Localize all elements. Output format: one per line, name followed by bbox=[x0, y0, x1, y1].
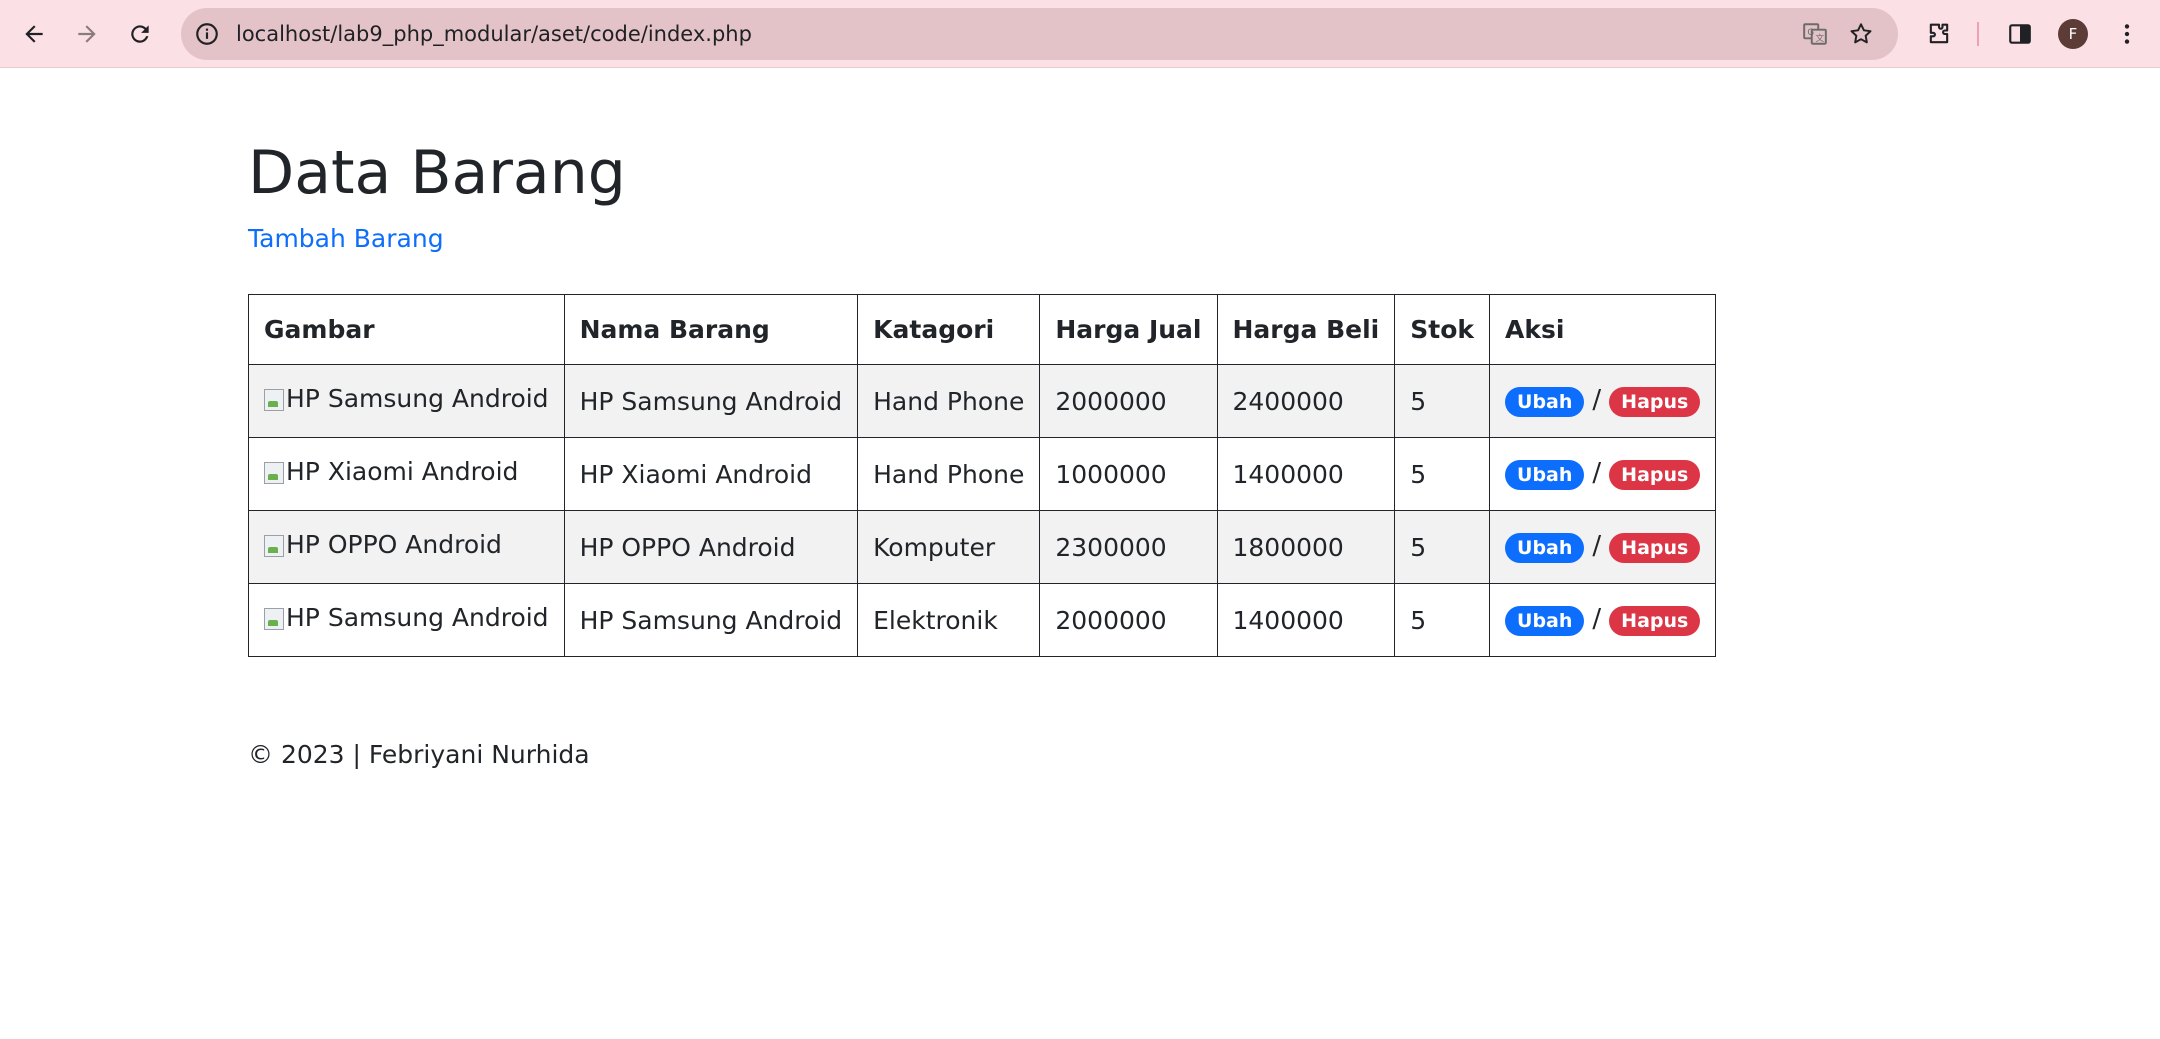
edit-button[interactable]: Ubah bbox=[1505, 533, 1585, 563]
table-row: HP Samsung Android HP Samsung Android El… bbox=[248, 583, 1717, 657]
actions-cell: Ubah / Hapus bbox=[1489, 583, 1717, 657]
item-category: Hand Phone bbox=[857, 437, 1041, 511]
actions-cell: Ubah / Hapus bbox=[1489, 364, 1717, 438]
reload-icon bbox=[131, 25, 149, 43]
delete-button[interactable]: Hapus bbox=[1609, 460, 1701, 490]
action-separator: / bbox=[1592, 604, 1602, 634]
profile-avatar[interactable]: F bbox=[2058, 19, 2088, 49]
table-header-row: Gambar Nama Barang Katagori Harga Jual H… bbox=[248, 294, 1717, 365]
buy-price: 2400000 bbox=[1216, 364, 1396, 438]
image-cell: HP OPPO Android bbox=[248, 510, 565, 584]
stock: 5 bbox=[1394, 437, 1491, 511]
column-header: Gambar bbox=[248, 294, 565, 365]
image-cell: HP Samsung Android bbox=[248, 583, 565, 657]
side-panel-button[interactable] bbox=[1996, 10, 2044, 58]
action-separator: / bbox=[1592, 385, 1602, 415]
column-header: Harga Beli bbox=[1216, 294, 1396, 365]
action-separator: / bbox=[1592, 531, 1602, 561]
image-cell: HP Samsung Android bbox=[248, 364, 565, 438]
extensions-button[interactable] bbox=[1915, 10, 1963, 58]
image-alt-text: HP Samsung Android bbox=[286, 383, 549, 413]
column-header: Stok bbox=[1394, 294, 1491, 365]
page-title: Data Barang bbox=[248, 138, 626, 208]
svg-text:G: G bbox=[1807, 28, 1814, 38]
column-header: Aksi bbox=[1489, 294, 1717, 365]
sell-price: 2300000 bbox=[1039, 510, 1218, 584]
buy-price: 1400000 bbox=[1216, 583, 1396, 657]
action-separator: / bbox=[1592, 458, 1602, 488]
forward-button[interactable] bbox=[63, 10, 111, 58]
broken-image-icon bbox=[264, 388, 284, 411]
item-category: Hand Phone bbox=[857, 364, 1041, 438]
stock: 5 bbox=[1394, 364, 1491, 438]
menu-button[interactable] bbox=[2103, 10, 2151, 58]
footer-text: © 2023 | Febriyani Nurhida bbox=[248, 740, 590, 769]
table-row: HP OPPO Android HP OPPO Android Komputer… bbox=[248, 510, 1717, 584]
image-alt-text: HP OPPO Android bbox=[286, 529, 502, 559]
column-header: Harga Jual bbox=[1039, 294, 1218, 365]
delete-button[interactable]: Hapus bbox=[1609, 606, 1701, 636]
browser-toolbar: localhost/lab9_php_modular/aset/code/ind… bbox=[0, 0, 2160, 68]
site-info-icon[interactable] bbox=[191, 18, 223, 50]
broken-image-icon bbox=[264, 461, 284, 484]
broken-image-icon bbox=[264, 607, 284, 630]
buy-price: 1800000 bbox=[1216, 510, 1396, 584]
sell-price: 2000000 bbox=[1039, 364, 1218, 438]
side-panel-icon bbox=[2009, 24, 2031, 44]
more-vert-icon bbox=[2124, 24, 2130, 44]
buy-price: 1400000 bbox=[1216, 437, 1396, 511]
edit-button[interactable]: Ubah bbox=[1505, 460, 1585, 490]
items-table: Gambar Nama Barang Katagori Harga Jual H… bbox=[248, 294, 1717, 657]
delete-button[interactable]: Hapus bbox=[1609, 387, 1701, 417]
add-item-link[interactable]: Tambah Barang bbox=[248, 224, 444, 253]
bookmark-star-icon[interactable] bbox=[1845, 18, 1877, 50]
item-name: HP Samsung Android bbox=[563, 583, 859, 657]
actions-cell: Ubah / Hapus bbox=[1489, 510, 1717, 584]
sell-price: 1000000 bbox=[1039, 437, 1218, 511]
image-alt-text: HP Samsung Android bbox=[286, 602, 549, 632]
svg-text:文: 文 bbox=[1816, 32, 1825, 44]
broken-image-icon bbox=[264, 534, 284, 557]
delete-button[interactable]: Hapus bbox=[1609, 533, 1701, 563]
column-header: Katagori bbox=[857, 294, 1041, 365]
toolbar-divider bbox=[1977, 22, 1979, 46]
image-alt-text: HP Xiaomi Android bbox=[286, 456, 519, 486]
reload-button[interactable] bbox=[116, 10, 164, 58]
item-name: HP Samsung Android bbox=[563, 364, 859, 438]
item-name: HP Xiaomi Android bbox=[563, 437, 859, 511]
translate-icon[interactable]: G文 bbox=[1799, 18, 1831, 50]
item-category: Elektronik bbox=[857, 583, 1041, 657]
table-row: HP Samsung Android HP Samsung Android Ha… bbox=[248, 364, 1717, 438]
edit-button[interactable]: Ubah bbox=[1505, 387, 1585, 417]
arrow-right-icon bbox=[78, 25, 96, 43]
item-category: Komputer bbox=[857, 510, 1041, 584]
puzzle-icon bbox=[1929, 23, 1949, 44]
url-text[interactable]: localhost/lab9_php_modular/aset/code/ind… bbox=[236, 8, 752, 60]
table-row: HP Xiaomi Android HP Xiaomi Android Hand… bbox=[248, 437, 1717, 511]
address-bar[interactable]: localhost/lab9_php_modular/aset/code/ind… bbox=[181, 8, 1898, 60]
item-name: HP OPPO Android bbox=[563, 510, 859, 584]
arrow-left-icon bbox=[25, 25, 43, 43]
back-button[interactable] bbox=[10, 10, 58, 58]
stock: 5 bbox=[1394, 583, 1491, 657]
edit-button[interactable]: Ubah bbox=[1505, 606, 1585, 636]
sell-price: 2000000 bbox=[1039, 583, 1218, 657]
image-cell: HP Xiaomi Android bbox=[248, 437, 565, 511]
stock: 5 bbox=[1394, 510, 1491, 584]
column-header: Nama Barang bbox=[563, 294, 859, 365]
actions-cell: Ubah / Hapus bbox=[1489, 437, 1717, 511]
